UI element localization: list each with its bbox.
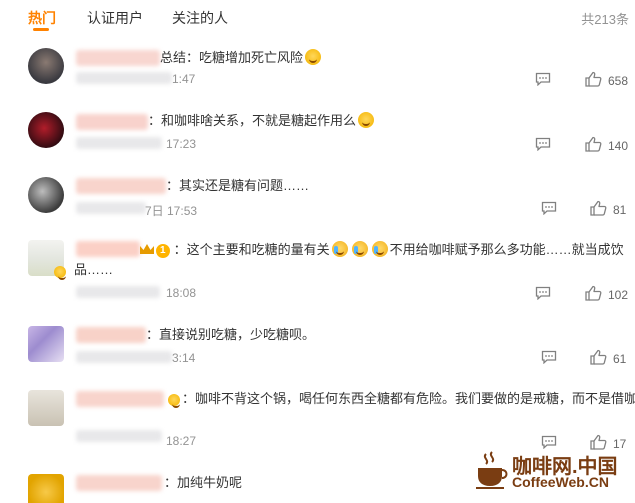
username-blurred[interactable]	[76, 178, 166, 194]
crown-icon	[140, 244, 154, 254]
comment-count: 共213条	[581, 12, 629, 27]
like-button[interactable]: 658	[585, 71, 628, 90]
comment-time: 3:14	[172, 351, 196, 365]
like-button[interactable]: 140	[585, 136, 628, 155]
avatar[interactable]	[28, 48, 64, 84]
fan-badge-icon	[168, 394, 180, 408]
watermark-subtitle: CoffeeWeb.CN	[512, 474, 609, 490]
reply-icon[interactable]	[541, 201, 557, 216]
comment-text: ：其实还是糖有问题……	[166, 178, 310, 193]
vip-badge-icon	[54, 266, 66, 280]
thumbs-up-icon	[585, 71, 602, 90]
comment-text-line1: 1 ：这个主要和吃糖的量有关 不用给咖啡赋予那么多功能……就当成饮	[140, 239, 624, 261]
comment-text: ：直接说别吃糖，少吃糖呗。	[146, 327, 316, 342]
date-blurred	[76, 430, 162, 442]
like-count: 140	[608, 138, 629, 153]
username-blurred[interactable]	[76, 327, 146, 343]
comment-time: 18:08	[166, 286, 197, 300]
comment-time: 18:27	[166, 434, 197, 448]
tab-verified-users[interactable]: 认证用户	[87, 8, 143, 28]
username-blurred[interactable]	[76, 114, 148, 130]
comment-text-line2: 品……	[74, 262, 114, 277]
date-blurred	[76, 137, 162, 149]
comment-time: 17:23	[166, 137, 197, 151]
laugh-cry-emoji-icon	[371, 241, 388, 257]
comment-text: ：和咖啡啥关系，不就是糖起作用么	[148, 110, 376, 132]
tab-hot[interactable]: 热门	[28, 8, 56, 28]
avatar[interactable]	[28, 390, 64, 426]
laugh-cry-emoji-icon	[331, 241, 348, 257]
reply-icon[interactable]	[535, 286, 551, 301]
comment-text: ：咖啡不背这个锅，喝任何东西全糖都有危险。我们要做的是戒糖，而不是借咖啡	[166, 388, 635, 410]
laugh-cry-emoji-icon	[351, 241, 368, 257]
username-blurred[interactable]	[76, 391, 164, 407]
date-blurred	[76, 72, 172, 84]
date-blurred	[76, 351, 172, 363]
like-count: 61	[613, 351, 627, 366]
fan-level-badge: 1	[156, 244, 170, 258]
active-tab-indicator	[33, 28, 49, 31]
avatar[interactable]	[28, 326, 64, 362]
like-button[interactable]: 61	[590, 349, 626, 368]
comment-time: 7日 17:53	[145, 204, 198, 218]
avatar[interactable]	[28, 112, 64, 148]
username-blurred[interactable]	[76, 50, 160, 66]
reply-icon[interactable]	[541, 350, 557, 365]
doge-emoji-icon	[305, 49, 322, 65]
avatar[interactable]	[28, 177, 64, 213]
thumbs-up-icon	[585, 136, 602, 155]
comment-text: 总结：吃糖增加死亡风险	[160, 47, 323, 69]
thumbs-up-icon	[590, 200, 607, 219]
coffeeweb-watermark: 咖啡网.中国 CoffeeWeb.CN	[474, 446, 630, 498]
date-blurred	[76, 286, 160, 298]
username-blurred[interactable]	[76, 475, 162, 491]
thumbs-up-icon	[590, 349, 607, 368]
like-count: 81	[613, 202, 627, 217]
reply-icon[interactable]	[535, 72, 551, 87]
comment-text: ：加纯牛奶呢	[164, 475, 243, 490]
comment-filter-tabs: 热门 认证用户 关注的人 共213条	[0, 0, 635, 34]
username-blurred[interactable]	[76, 241, 140, 257]
like-count: 102	[608, 287, 629, 302]
tab-following[interactable]: 关注的人	[172, 8, 228, 28]
comment-time: 1:47	[172, 72, 196, 86]
thumbs-up-icon	[585, 285, 602, 304]
like-button[interactable]: 81	[590, 200, 626, 219]
coffee-cup-icon	[476, 451, 508, 489]
reply-icon[interactable]	[535, 137, 551, 152]
doge-emoji-icon	[358, 112, 375, 128]
avatar[interactable]	[28, 474, 64, 503]
like-count: 658	[608, 73, 629, 88]
date-blurred	[76, 202, 146, 214]
like-button[interactable]: 102	[585, 285, 628, 304]
